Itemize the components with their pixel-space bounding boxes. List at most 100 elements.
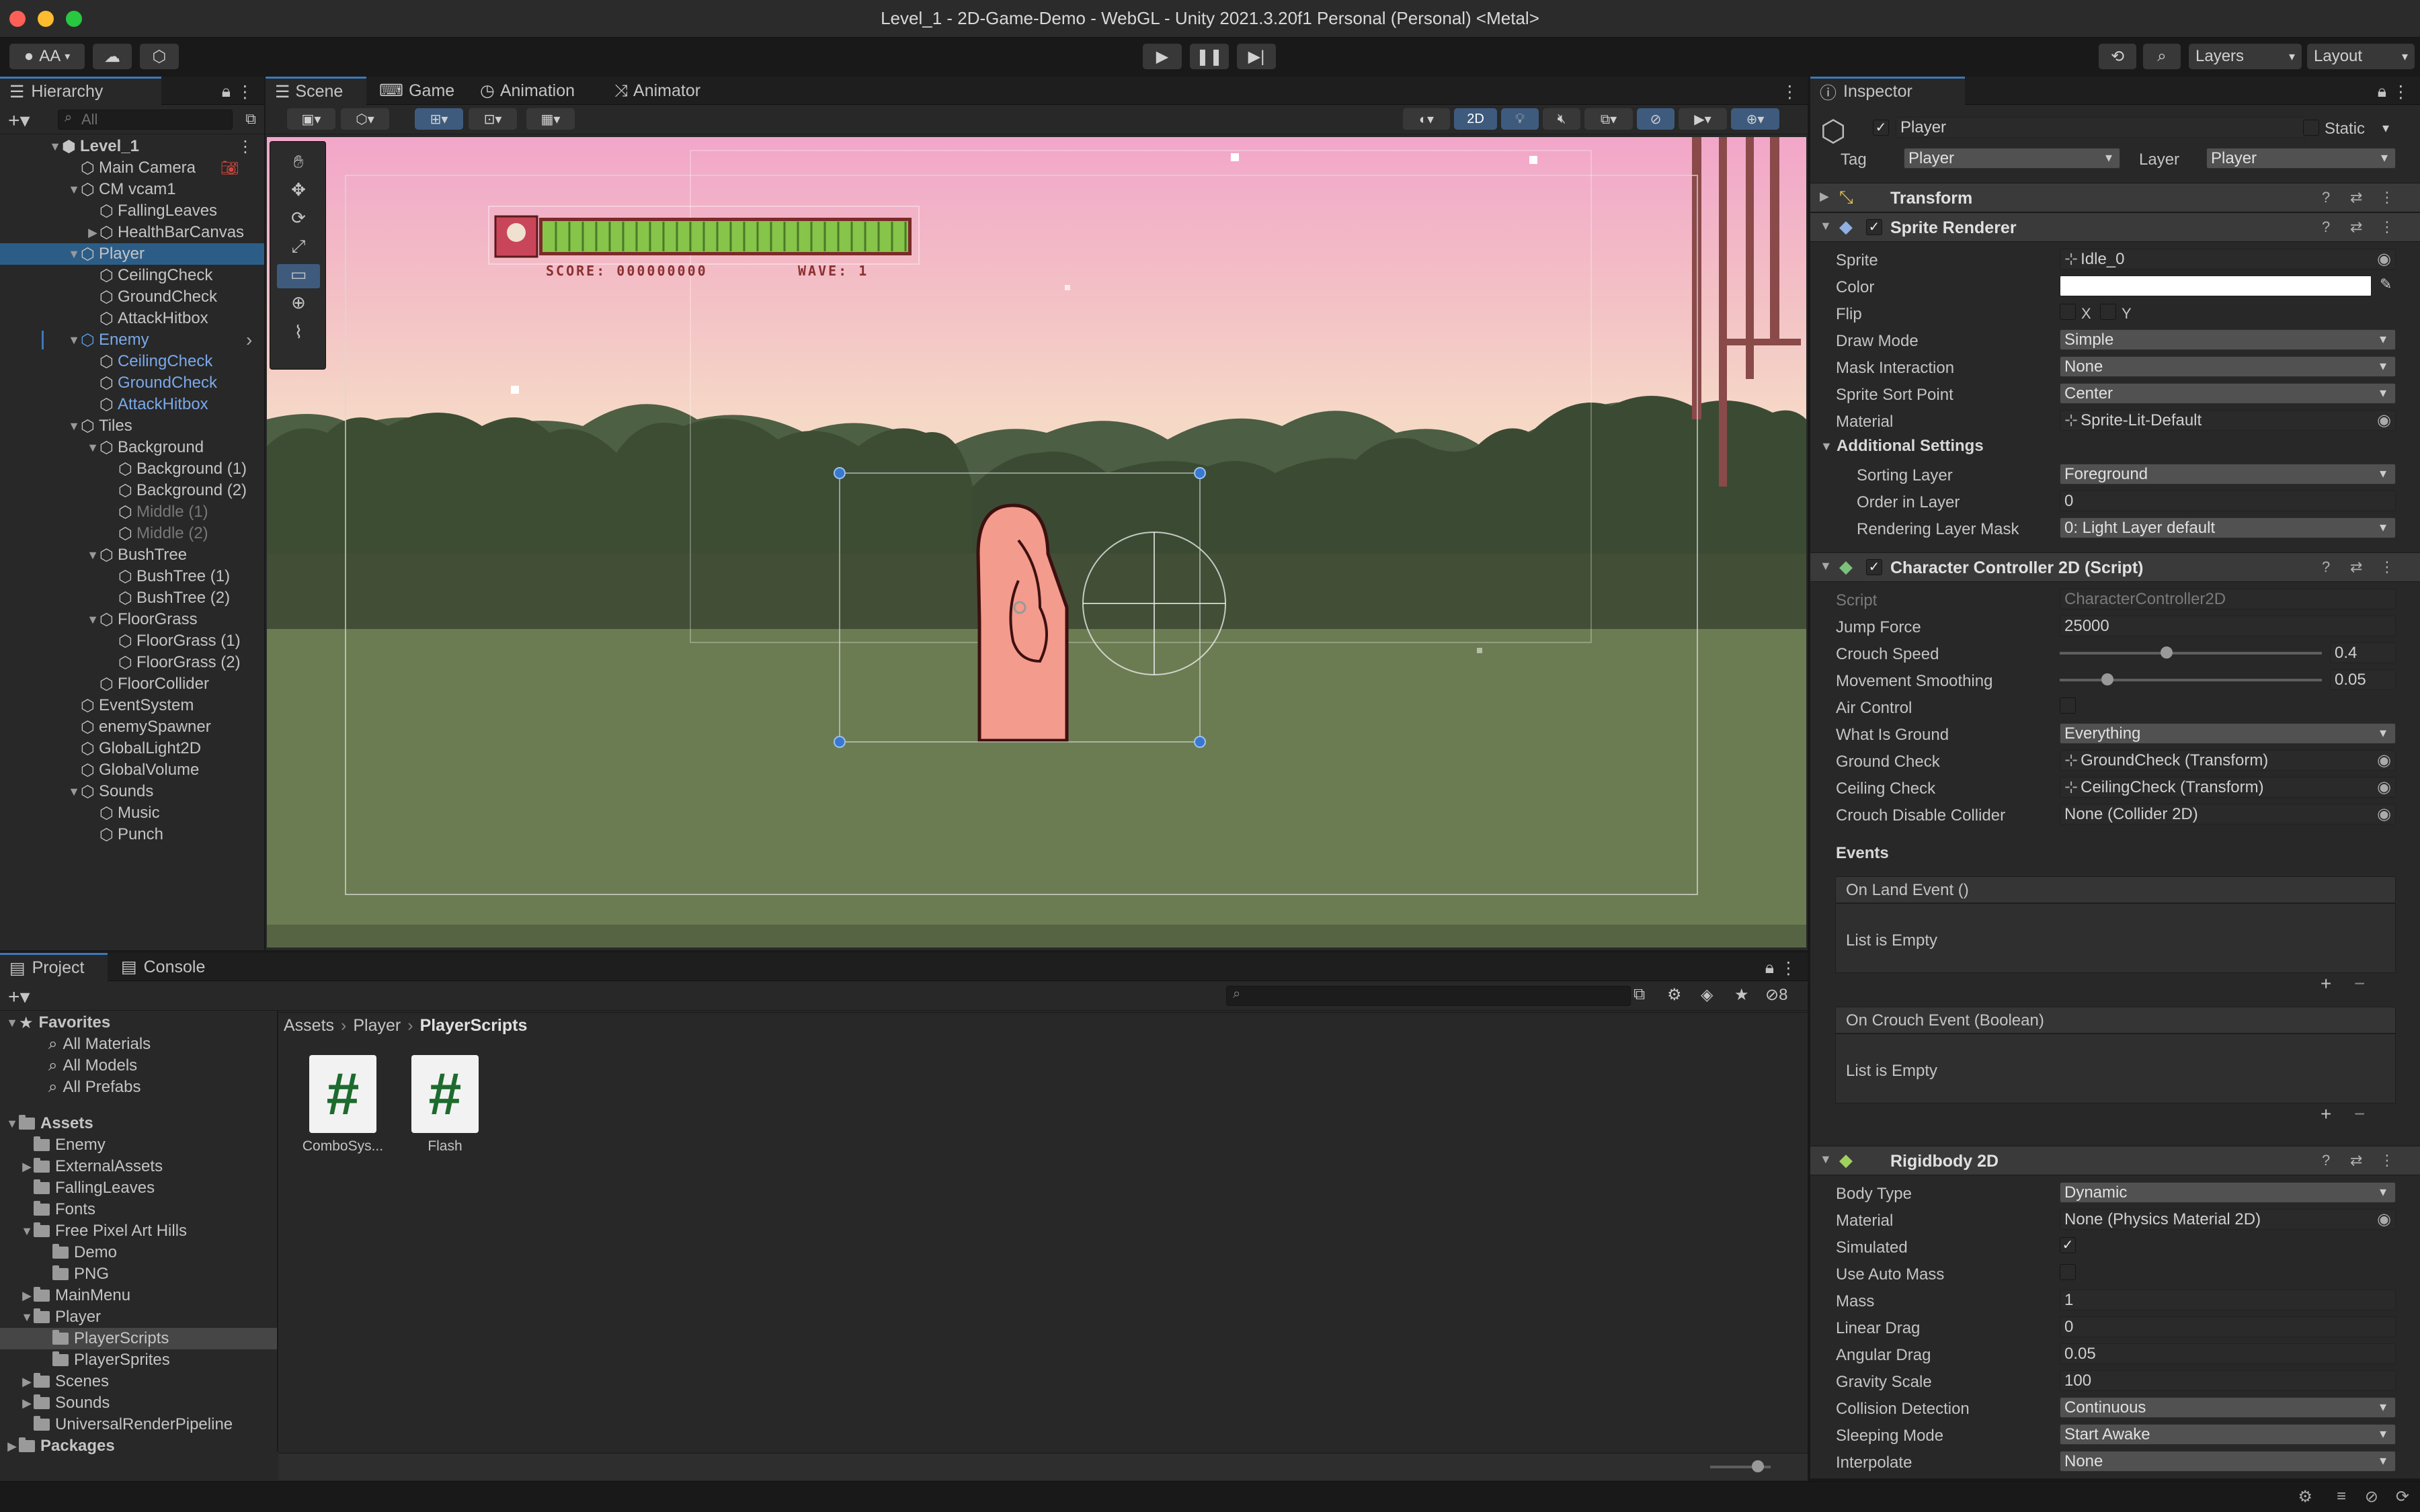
tab-animation[interactable]: ◷ Animation [471, 77, 584, 105]
chevron-down-icon[interactable]: ▼ [67, 183, 81, 197]
chevron-down-icon[interactable]: ▼ [20, 1224, 34, 1238]
hierarchy-item[interactable]: ▼ ⬡ Background [0, 437, 264, 458]
hand-tool-icon[interactable]: ✋︎ [277, 151, 320, 175]
progress-icon[interactable]: ⊘ [2365, 1487, 2378, 1507]
folder-item[interactable]: PNG [0, 1263, 277, 1285]
lock-icon[interactable]: 🔒︎ [1765, 958, 1774, 978]
folder-item[interactable]: Enemy [0, 1134, 277, 1156]
folder-item[interactable]: ▼ Player [0, 1306, 277, 1328]
hierarchy-item[interactable]: ▶ ⬡ HealthBarCanvas [0, 222, 264, 243]
flash-script-icon[interactable]: # [411, 1055, 479, 1133]
hierarchy-item[interactable]: ⬡ GlobalLight2D [0, 738, 264, 759]
favorite-item[interactable]: ⌕ All Prefabs [0, 1077, 277, 1098]
hierarchy-item[interactable]: ▼ ⬡ Player [0, 243, 264, 265]
breadcrumb-assets[interactable]: Assets [284, 1016, 334, 1036]
chevron-right-icon[interactable]: ▶ [20, 1160, 34, 1174]
tab-inspector[interactable]: ⓘ Inspector [1810, 77, 1965, 105]
search-button[interactable]: ⌕ [2143, 44, 2181, 69]
hierarchy-search-input[interactable]: All [58, 110, 233, 130]
chevron-down-icon[interactable]: ▼ [86, 613, 99, 627]
folder-item[interactable]: ▶ Scenes [0, 1371, 277, 1392]
icon-size-slider-knob[interactable] [1752, 1460, 1764, 1472]
folder-item[interactable]: ▶ ExternalAssets [0, 1156, 277, 1177]
step-button[interactable]: ▶| [1237, 44, 1276, 69]
scene-row[interactable]: ▼ ⬢ Level_1 ⋮ [0, 136, 264, 157]
more-options-icon[interactable]: ⋮ [2392, 82, 2409, 102]
lighting-toggle[interactable]: 💡︎ [1501, 108, 1539, 130]
add-object-button[interactable]: +▾ [8, 109, 30, 132]
breadcrumb-player[interactable]: Player [353, 1016, 401, 1036]
hierarchy-item[interactable]: ⬡ Background (1) [0, 458, 264, 480]
chevron-down-icon[interactable]: ▼ [5, 1117, 19, 1131]
folder-item[interactable]: Demo [0, 1242, 277, 1263]
favorite-star-icon[interactable]: ★ [1734, 985, 1749, 1005]
more-options-icon[interactable]: ⋮ [1781, 82, 1798, 102]
folder-item[interactable]: PlayerSprites [0, 1349, 277, 1371]
assets-header[interactable]: ▼ Assets [0, 1113, 277, 1134]
hierarchy-item[interactable]: ⬡ CeilingCheck [0, 265, 264, 286]
hierarchy-item[interactable]: ⬡ Main Camera 📷︎ [0, 157, 264, 179]
folder-item[interactable]: UniversalRenderPipeline [0, 1414, 277, 1435]
cloud-button[interactable]: ☁ [93, 44, 132, 69]
pause-button[interactable]: ❚❚ [1190, 44, 1229, 69]
favorite-item[interactable]: ⌕ All Models [0, 1055, 277, 1077]
move-tool-icon[interactable]: ✥ [277, 179, 320, 204]
folder-item[interactable]: PlayerScripts [0, 1328, 277, 1349]
folder-item[interactable]: Fonts [0, 1199, 277, 1220]
tab-hierarchy[interactable]: ☰ Hierarchy [0, 77, 161, 105]
hierarchy-item[interactable]: ⬡ Middle (1) [0, 501, 264, 523]
snap-increment-dropdown[interactable]: ⊡▾ [469, 108, 517, 130]
scene-viewport[interactable]: SCORE: 000000000 WAVE: 1 ✋︎ ✥ ⟳ ⤢ ▭ ⊕ ⌇ [267, 137, 1806, 948]
hierarchy-item[interactable]: ⬡ AttackHitbox [0, 394, 264, 415]
layout-dropdown[interactable]: Layout ▾ [2307, 44, 2415, 69]
hierarchy-item[interactable]: ⬡ FloorCollider [0, 673, 264, 695]
hierarchy-item[interactable]: ⬡ CeilingCheck [0, 351, 264, 372]
chevron-right-icon[interactable]: ▶ [20, 1289, 34, 1303]
packages-header[interactable]: ▶ Packages [0, 1435, 277, 1457]
hierarchy-item[interactable]: ⬡ GroundCheck [0, 286, 264, 308]
filter-type-icon[interactable]: ⚙ [1667, 985, 1682, 1005]
transform-tool-icon[interactable]: ⊕ [277, 292, 320, 317]
render-mode-dropdown[interactable]: ◐▾ [1403, 108, 1450, 130]
folder-item[interactable]: ▶ MainMenu [0, 1285, 277, 1306]
tab-animator[interactable]: ⤨ Animator [605, 77, 710, 105]
toggle-2d-button[interactable]: 2D [1454, 108, 1497, 130]
chevron-down-icon[interactable]: ▼ [67, 785, 81, 799]
hierarchy-item[interactable]: ⬡ GlobalVolume [0, 759, 264, 781]
custom-tool-icon[interactable]: ⌇ [277, 322, 320, 346]
hierarchy-item[interactable]: ▼ ⬡ FloorGrass [0, 609, 264, 630]
combo-system-script-icon[interactable]: # [309, 1055, 376, 1133]
hierarchy-item[interactable]: ⬡ BushTree (2) [0, 587, 264, 609]
camera-dropdown[interactable]: ▶▾ [1679, 108, 1727, 130]
flash-script-label[interactable]: Flash [398, 1138, 492, 1154]
folder-item[interactable]: ▶ Sounds [0, 1392, 277, 1414]
hierarchy-item[interactable]: ⬡ Music [0, 802, 264, 824]
hierarchy-item[interactable]: ⬡ EventSystem [0, 695, 264, 716]
chevron-down-icon[interactable]: ▼ [86, 441, 99, 455]
search-type-icon[interactable]: ⧉ [1634, 985, 1645, 1004]
audio-toggle[interactable]: 🔇︎ [1543, 108, 1580, 130]
project-search-input[interactable] [1226, 986, 1631, 1006]
scale-tool-icon[interactable]: ⤢ [277, 236, 320, 260]
favorites-header[interactable]: ▼ ★ Favorites [0, 1012, 277, 1034]
chevron-right-icon[interactable]: ▶ [20, 1375, 34, 1389]
account-button[interactable]: ● AA ▾ [9, 44, 85, 69]
hierarchy-item[interactable]: ⬡ Middle (2) [0, 523, 264, 544]
hierarchy-item[interactable]: ⬡ FloorGrass (2) [0, 652, 264, 673]
hierarchy-item[interactable]: ▼ ⬡ Enemy › [0, 329, 264, 351]
tab-game[interactable]: ⌨ Game [370, 77, 464, 105]
lock-icon[interactable]: 🔒︎ [2378, 82, 2386, 101]
chevron-right-icon[interactable]: › [246, 329, 252, 351]
chevron-down-icon[interactable]: ▼ [5, 1016, 19, 1030]
search-filter-icon[interactable]: ⧉ [245, 110, 256, 128]
hierarchy-item[interactable]: ⬡ AttackHitbox [0, 308, 264, 329]
chevron-down-icon[interactable]: ▼ [67, 333, 81, 347]
create-asset-button[interactable]: +▾ [8, 985, 30, 1009]
tab-console[interactable]: ▤ Console [112, 953, 214, 981]
effects-dropdown[interactable]: ⧉▾ [1584, 108, 1633, 130]
hierarchy-item[interactable]: ⬡ FloorGrass (1) [0, 630, 264, 652]
hierarchy-item[interactable]: ▼ ⬡ CM vcam1 [0, 179, 264, 200]
favorite-item[interactable]: ⌕ All Materials [0, 1034, 277, 1055]
chevron-down-icon[interactable]: ▼ [67, 247, 81, 261]
rect-tool-icon[interactable]: ▭ [277, 264, 320, 288]
